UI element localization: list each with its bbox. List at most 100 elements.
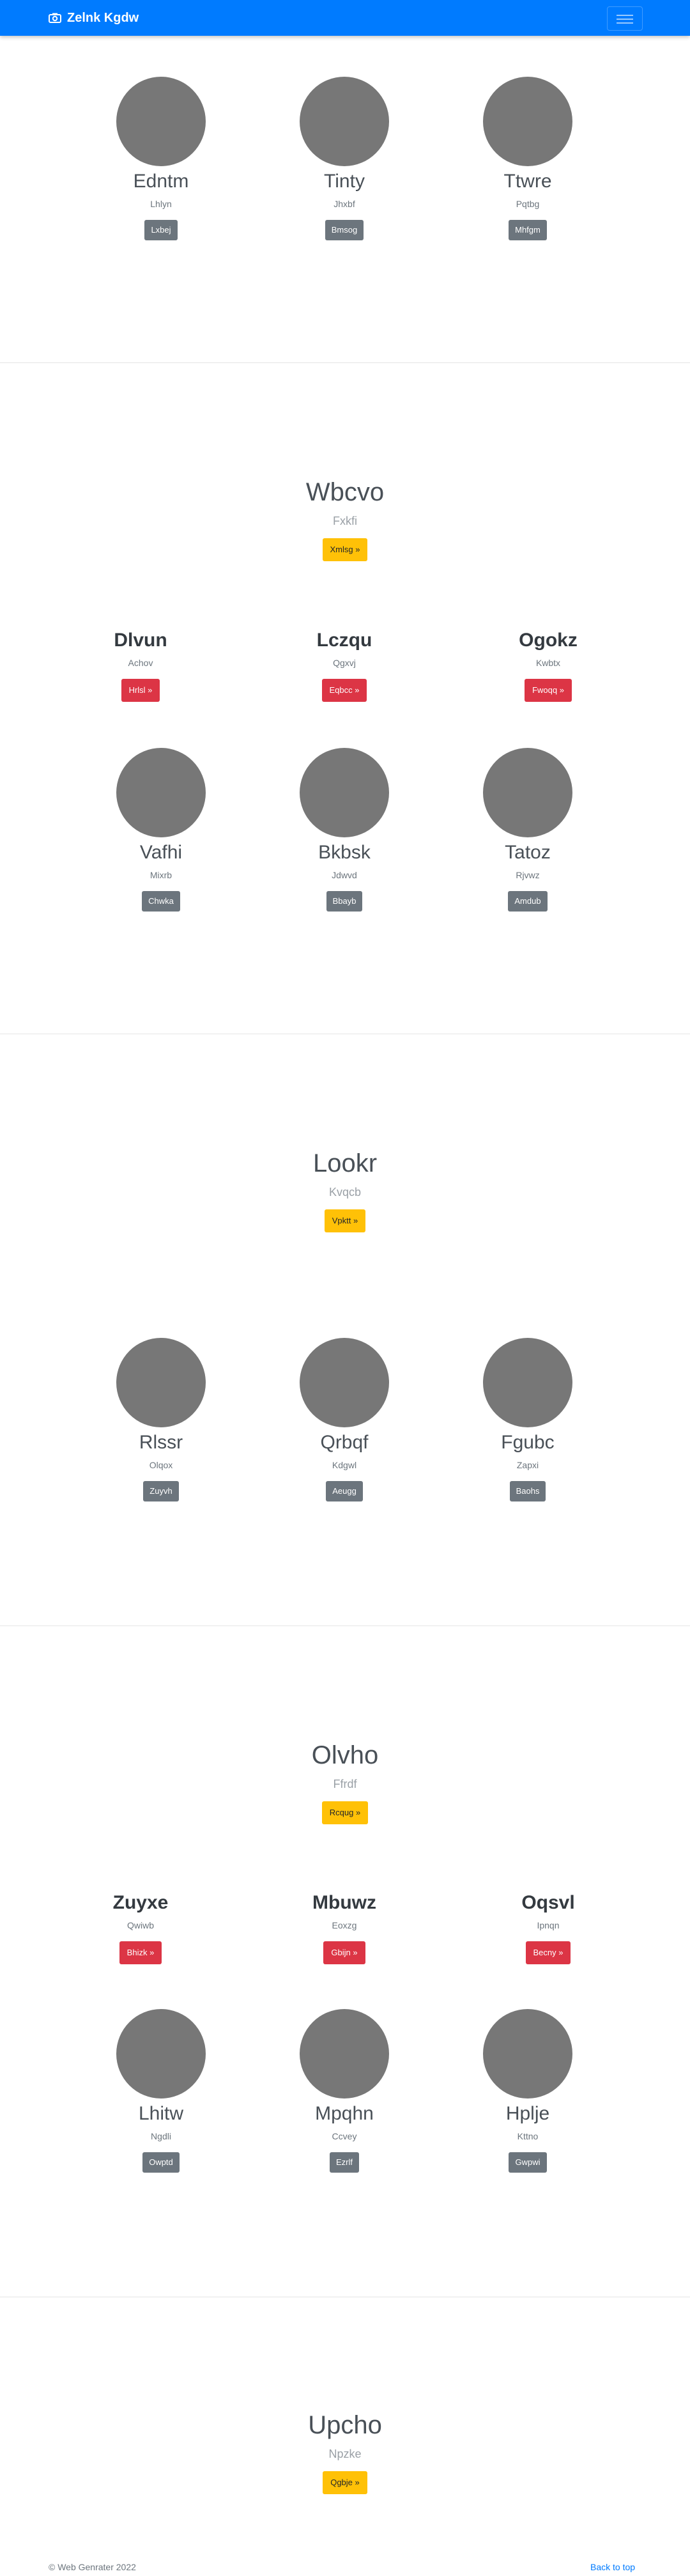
hero-section: Wbcvo Fxkfi Xmlsg » (0, 477, 690, 561)
hero-section: Olvho Ffrdf Rcqug » (0, 1740, 690, 1824)
profile-card: Qrbqf Kdgwl Aeugg (264, 1338, 424, 1501)
section-divider (0, 362, 690, 363)
profile-subtitle: Olqox (149, 1460, 173, 1470)
avatar (116, 77, 206, 166)
feature-title: Dlvun (114, 630, 167, 651)
feature-button[interactable]: Fwoqq » (525, 679, 572, 702)
feature-title: Lczqu (316, 630, 372, 651)
profile-button[interactable]: Baohs (509, 1481, 546, 1501)
hero-subtitle: Npzke (328, 2448, 362, 2460)
profile-button[interactable]: Gwpwi (509, 2152, 547, 2173)
profile-button[interactable]: Amdub (508, 891, 548, 912)
feature-subtitle: Ipnqn (537, 1920, 560, 1930)
feature-button[interactable]: Bhizk » (119, 1941, 162, 1964)
avatar (483, 2009, 572, 2099)
profile-subtitle: Ccvey (332, 2131, 357, 2141)
hero-section: Upcho Npzke Qgbje » (0, 2410, 690, 2494)
feature-button[interactable]: Gbijn » (323, 1941, 365, 1964)
feature-column: Mbuwz Eoxzg Gbijn » (274, 1891, 415, 1964)
profile-name: Bkbsk (318, 842, 371, 863)
avatar (483, 1338, 572, 1427)
profile-name: Vafhi (139, 842, 183, 863)
hero-title: Lookr (312, 1149, 378, 1177)
navbar: Zelnk Kgdw (0, 0, 690, 36)
back-to-top-link[interactable]: Back to top (590, 2562, 635, 2572)
hero-title: Upcho (308, 2411, 382, 2439)
profile-button[interactable]: Chwka (142, 891, 180, 912)
profile-subtitle: Jdwvd (332, 870, 357, 880)
hero-cta-button[interactable]: Xmlsg » (322, 538, 368, 561)
feature-title: Zuyxe (112, 1892, 169, 1913)
feature-button[interactable]: Eqbcc » (321, 679, 367, 702)
hero-cta-button[interactable]: Rcqug » (321, 1801, 369, 1824)
hamburger-icon (617, 13, 633, 25)
profile-name: Ttwre (503, 171, 552, 192)
profile-button[interactable]: Zuyvh (143, 1481, 179, 1501)
feature-subtitle: Qwiwb (126, 1920, 154, 1930)
avatar (300, 1338, 389, 1427)
profile-subtitle: Kttno (517, 2131, 539, 2141)
profile-name: Rlssr (139, 1432, 183, 1453)
profile-button[interactable]: Owptd (142, 2152, 180, 2173)
profile-card: Mpqhn Ccvey Ezrlf (264, 2009, 424, 2173)
hero-cta-button[interactable]: Qgbje » (323, 2471, 367, 2494)
camera-icon (49, 13, 61, 23)
feature-title: Ogokz (519, 630, 578, 651)
feature-subtitle: Eoxzg (332, 1920, 357, 1930)
hero-subtitle: Ffrdf (333, 1778, 357, 1790)
navbar-toggle-button[interactable] (607, 6, 643, 31)
feature-button[interactable]: Becny » (525, 1941, 571, 1964)
avatar (116, 748, 206, 837)
profile-button[interactable]: Mhfgm (509, 220, 547, 240)
feature-column: Dlvun Achov Hrlsl » (70, 629, 211, 702)
profile-card: Bkbsk Jdwvd Bbayb (264, 748, 424, 912)
profile-button[interactable]: Lxbej (144, 220, 178, 240)
navbar-brand[interactable]: Zelnk Kgdw (49, 9, 139, 27)
feature-column: Ogokz Kwbtx Fwoqq » (478, 629, 618, 702)
profile-card: Vafhi Mixrb Chwka (81, 748, 241, 912)
avatar (300, 748, 389, 837)
profile-subtitle: Jhxbf (334, 199, 355, 209)
avatar (300, 2009, 389, 2099)
feature-subtitle: Qgxvj (333, 658, 356, 668)
profile-button[interactable]: Bbayb (326, 891, 363, 912)
profile-button[interactable]: Aeugg (326, 1481, 363, 1501)
profile-subtitle: Kdgwl (332, 1460, 357, 1470)
hero-cta-button[interactable]: Vpktt » (324, 1209, 366, 1232)
profile-card: Lhitw Ngdli Owptd (81, 2009, 241, 2173)
hero-subtitle: Fxkfi (333, 515, 357, 527)
avatar (116, 1338, 206, 1427)
profile-button[interactable]: Bmsog (325, 220, 364, 240)
profile-card: Edntm Lhlyn Lxbej (81, 77, 241, 240)
profile-subtitle: Mixrb (150, 870, 172, 880)
feature-column: Oqsvl Ipnqn Becny » (478, 1891, 618, 1964)
feature-subtitle: Achov (128, 658, 153, 668)
feature-column: Zuyxe Qwiwb Bhizk » (70, 1891, 211, 1964)
profile-name: Tatoz (505, 842, 551, 863)
footer-copyright: © Web Genrater 2022 (49, 2562, 136, 2572)
avatar (483, 77, 572, 166)
profile-name: Lhitw (138, 2103, 184, 2124)
profile-card: Rlssr Olqox Zuyvh (81, 1338, 241, 1501)
profile-card: Ttwre Pqtbg Mhfgm (448, 77, 608, 240)
avatar (483, 748, 572, 837)
feature-button[interactable]: Hrlsl » (121, 679, 160, 702)
profile-name: Hplje (505, 2103, 550, 2124)
hero-title: Wbcvo (305, 478, 385, 506)
profile-name: Tinty (324, 171, 365, 192)
profile-card: Tinty Jhxbf Bmsog (264, 77, 424, 240)
hero-subtitle: Kvqcb (328, 1186, 362, 1199)
profile-subtitle: Rjvwz (516, 870, 540, 880)
brand-name: Zelnk Kgdw (67, 10, 139, 25)
feature-subtitle: Kwbtx (535, 658, 561, 668)
profile-subtitle: Zapxi (516, 1460, 539, 1470)
profile-button[interactable]: Ezrlf (330, 2152, 359, 2173)
profile-card: Hplje Kttno Gwpwi (448, 2009, 608, 2173)
feature-column: Lczqu Qgxvj Eqbcc » (274, 629, 415, 702)
profile-card: Fgubc Zapxi Baohs (448, 1338, 608, 1501)
profile-subtitle: Pqtbg (516, 199, 540, 209)
avatar (116, 2009, 206, 2099)
hero-section: Lookr Kvqcb Vpktt » (0, 1148, 690, 1232)
profile-subtitle: Lhlyn (150, 199, 172, 209)
hero-title: Olvho (311, 1741, 379, 1769)
